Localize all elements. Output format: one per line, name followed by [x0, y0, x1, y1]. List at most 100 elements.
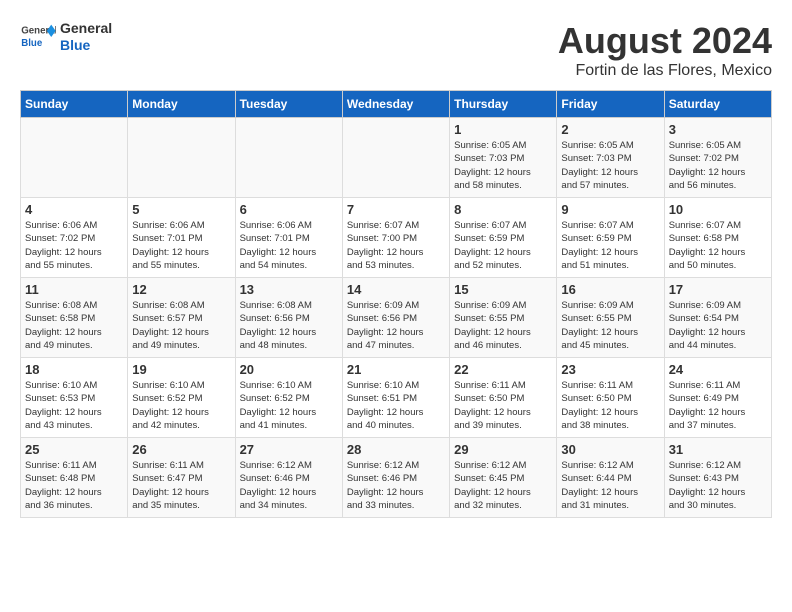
calendar-cell: 25 Sunrise: 6:11 AMSunset: 6:48 PMDayligh… — [21, 438, 128, 518]
day-info: Sunrise: 6:11 AMSunset: 6:50 PMDaylight:… — [454, 379, 552, 432]
day-number: 31 — [669, 442, 767, 457]
day-info: Sunrise: 6:12 AMSunset: 6:45 PMDaylight:… — [454, 459, 552, 512]
day-number: 25 — [25, 442, 123, 457]
calendar-cell: 4 Sunrise: 6:06 AMSunset: 7:02 PMDaylight… — [21, 198, 128, 278]
calendar-cell: 21Sunrise: 6:10 AMSunset: 6:51 PMDayligh… — [342, 358, 449, 438]
day-info: Sunrise: 6:11 AMSunset: 6:48 PMDaylight:… — [25, 459, 123, 512]
calendar-week-row: 18 Sunrise: 6:10 AMSunset: 6:53 PMDayligh… — [21, 358, 772, 438]
calendar-cell: 9Sunrise: 6:07 AMSunset: 6:59 PMDaylight… — [557, 198, 664, 278]
day-number: 2 — [561, 122, 659, 137]
day-info: Sunrise: 6:05 AMSunset: 7:02 PMDaylight:… — [669, 139, 767, 192]
day-info: Sunrise: 6:10 AMSunset: 6:53 PMDaylight:… — [25, 379, 123, 432]
day-info: Sunrise: 6:12 AMSunset: 6:43 PMDaylight:… — [669, 459, 767, 512]
calendar-cell: 26 Sunrise: 6:11 AMSunset: 6:47 PMDayligh… — [128, 438, 235, 518]
day-info: Sunrise: 6:06 AMSunset: 7:01 PMDaylight:… — [132, 219, 230, 272]
calendar-week-row: 1 Sunrise: 6:05 AMSunset: 7:03 PMDaylight… — [21, 118, 772, 198]
calendar-cell: 15 Sunrise: 6:09 AMSunset: 6:55 PMDayligh… — [450, 278, 557, 358]
day-number: 4 — [25, 202, 123, 217]
calendar-cell: 14 Sunrise: 6:09 AMSunset: 6:56 PMDayligh… — [342, 278, 449, 358]
calendar-table: SundayMondayTuesdayWednesdayThursdayFrid… — [20, 90, 772, 518]
calendar-cell: 13 Sunrise: 6:08 AMSunset: 6:56 PMDayligh… — [235, 278, 342, 358]
calendar-cell: 10 Sunrise: 6:07 AMSunset: 6:58 PMDayligh… — [664, 198, 771, 278]
day-number: 27 — [240, 442, 338, 457]
day-number: 5 — [132, 202, 230, 217]
main-title: August 2024 — [558, 20, 772, 62]
day-number: 30 — [561, 442, 659, 457]
subtitle: Fortin de las Flores, Mexico — [558, 62, 772, 80]
day-number: 17 — [669, 282, 767, 297]
day-number: 28 — [347, 442, 445, 457]
day-number: 11 — [25, 282, 123, 297]
calendar-cell: 8Sunrise: 6:07 AMSunset: 6:59 PMDaylight… — [450, 198, 557, 278]
calendar-cell: 11 Sunrise: 6:08 AMSunset: 6:58 PMDayligh… — [21, 278, 128, 358]
day-info: Sunrise: 6:08 AMSunset: 6:58 PMDaylight:… — [25, 299, 123, 352]
calendar-cell: 5 Sunrise: 6:06 AMSunset: 7:01 PMDaylight… — [128, 198, 235, 278]
calendar-cell: 6 Sunrise: 6:06 AMSunset: 7:01 PMDaylight… — [235, 198, 342, 278]
day-info: Sunrise: 6:12 AMSunset: 6:44 PMDaylight:… — [561, 459, 659, 512]
calendar-week-row: 25 Sunrise: 6:11 AMSunset: 6:48 PMDayligh… — [21, 438, 772, 518]
calendar-cell: 18 Sunrise: 6:10 AMSunset: 6:53 PMDayligh… — [21, 358, 128, 438]
logo: General Blue General Blue — [20, 20, 112, 54]
calendar-cell: 29 Sunrise: 6:12 AMSunset: 6:45 PMDayligh… — [450, 438, 557, 518]
day-number: 24 — [669, 362, 767, 377]
calendar-cell: 27Sunrise: 6:12 AMSunset: 6:46 PMDayligh… — [235, 438, 342, 518]
day-info: Sunrise: 6:10 AMSunset: 6:52 PMDaylight:… — [132, 379, 230, 432]
day-number: 13 — [240, 282, 338, 297]
calendar-cell: 30 Sunrise: 6:12 AMSunset: 6:44 PMDayligh… — [557, 438, 664, 518]
day-number: 15 — [454, 282, 552, 297]
day-number: 29 — [454, 442, 552, 457]
calendar-cell — [128, 118, 235, 198]
day-info: Sunrise: 6:07 AMSunset: 6:59 PMDaylight:… — [561, 219, 659, 272]
day-number: 26 — [132, 442, 230, 457]
calendar-cell: 22Sunrise: 6:11 AMSunset: 6:50 PMDayligh… — [450, 358, 557, 438]
calendar-cell: 23 Sunrise: 6:11 AMSunset: 6:50 PMDayligh… — [557, 358, 664, 438]
calendar-week-row: 4 Sunrise: 6:06 AMSunset: 7:02 PMDaylight… — [21, 198, 772, 278]
day-info: Sunrise: 6:06 AMSunset: 7:02 PMDaylight:… — [25, 219, 123, 272]
day-info: Sunrise: 6:08 AMSunset: 6:57 PMDaylight:… — [132, 299, 230, 352]
day-info: Sunrise: 6:09 AMSunset: 6:54 PMDaylight:… — [669, 299, 767, 352]
logo-text: General Blue — [60, 20, 112, 54]
calendar-cell: 28 Sunrise: 6:12 AMSunset: 6:46 PMDayligh… — [342, 438, 449, 518]
calendar-week-row: 11 Sunrise: 6:08 AMSunset: 6:58 PMDayligh… — [21, 278, 772, 358]
day-info: Sunrise: 6:07 AMSunset: 7:00 PMDaylight:… — [347, 219, 445, 272]
day-info: Sunrise: 6:06 AMSunset: 7:01 PMDaylight:… — [240, 219, 338, 272]
day-info: Sunrise: 6:05 AMSunset: 7:03 PMDaylight:… — [561, 139, 659, 192]
day-number: 18 — [25, 362, 123, 377]
svg-text:Blue: Blue — [21, 38, 43, 49]
calendar-cell: 19Sunrise: 6:10 AMSunset: 6:52 PMDayligh… — [128, 358, 235, 438]
logo-icon: General Blue — [20, 22, 56, 52]
day-info: Sunrise: 6:11 AMSunset: 6:50 PMDaylight:… — [561, 379, 659, 432]
day-info: Sunrise: 6:10 AMSunset: 6:52 PMDaylight:… — [240, 379, 338, 432]
header-tuesday: Tuesday — [235, 91, 342, 118]
day-info: Sunrise: 6:05 AMSunset: 7:03 PMDaylight:… — [454, 139, 552, 192]
day-number: 14 — [347, 282, 445, 297]
day-number: 20 — [240, 362, 338, 377]
day-info: Sunrise: 6:10 AMSunset: 6:51 PMDaylight:… — [347, 379, 445, 432]
day-info: Sunrise: 6:08 AMSunset: 6:56 PMDaylight:… — [240, 299, 338, 352]
day-number: 16 — [561, 282, 659, 297]
calendar-cell — [21, 118, 128, 198]
calendar-cell: 16 Sunrise: 6:09 AMSunset: 6:55 PMDayligh… — [557, 278, 664, 358]
day-info: Sunrise: 6:07 AMSunset: 6:58 PMDaylight:… — [669, 219, 767, 272]
title-block: August 2024 Fortin de las Flores, Mexico — [558, 20, 772, 80]
day-number: 23 — [561, 362, 659, 377]
calendar-cell: 1 Sunrise: 6:05 AMSunset: 7:03 PMDaylight… — [450, 118, 557, 198]
calendar-cell: 3Sunrise: 6:05 AMSunset: 7:02 PMDaylight… — [664, 118, 771, 198]
page-header: General Blue General Blue August 2024 Fo… — [20, 20, 772, 80]
calendar-cell: 31 Sunrise: 6:12 AMSunset: 6:43 PMDayligh… — [664, 438, 771, 518]
header-thursday: Thursday — [450, 91, 557, 118]
calendar-header-row: SundayMondayTuesdayWednesdayThursdayFrid… — [21, 91, 772, 118]
day-info: Sunrise: 6:09 AMSunset: 6:55 PMDaylight:… — [561, 299, 659, 352]
calendar-cell: 12Sunrise: 6:08 AMSunset: 6:57 PMDayligh… — [128, 278, 235, 358]
day-number: 1 — [454, 122, 552, 137]
day-info: Sunrise: 6:09 AMSunset: 6:55 PMDaylight:… — [454, 299, 552, 352]
day-info: Sunrise: 6:07 AMSunset: 6:59 PMDaylight:… — [454, 219, 552, 272]
day-info: Sunrise: 6:12 AMSunset: 6:46 PMDaylight:… — [347, 459, 445, 512]
header-saturday: Saturday — [664, 91, 771, 118]
day-info: Sunrise: 6:11 AMSunset: 6:47 PMDaylight:… — [132, 459, 230, 512]
calendar-cell: 24Sunrise: 6:11 AMSunset: 6:49 PMDayligh… — [664, 358, 771, 438]
header-monday: Monday — [128, 91, 235, 118]
day-info: Sunrise: 6:09 AMSunset: 6:56 PMDaylight:… — [347, 299, 445, 352]
day-number: 10 — [669, 202, 767, 217]
day-number: 6 — [240, 202, 338, 217]
